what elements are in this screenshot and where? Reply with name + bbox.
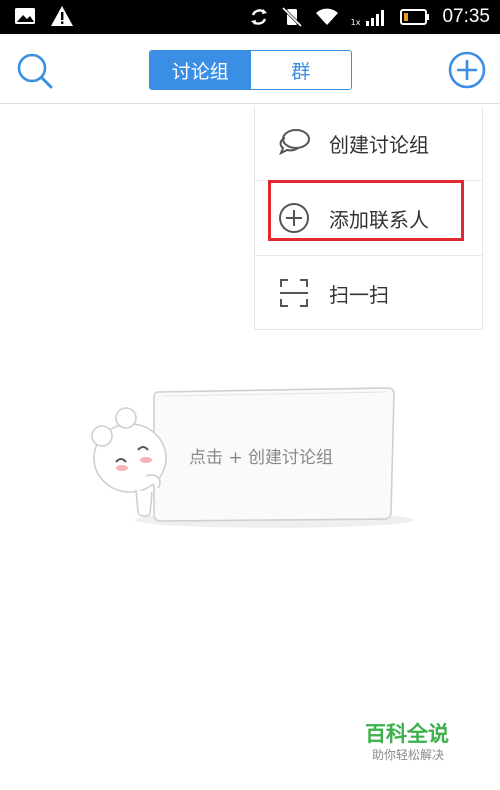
menu-item-scan[interactable]: 扫一扫 (255, 256, 482, 330)
menu-item-label: 添加联系人 (329, 207, 429, 232)
search-button[interactable] (14, 50, 56, 92)
menu-item-create-discussion[interactable]: 创建讨论组 (255, 106, 482, 180)
menu-item-label: 扫一扫 (329, 282, 389, 307)
watermark-subtitle: 助你轻松解决 (372, 748, 445, 762)
sync-icon (250, 9, 267, 25)
wifi-icon (315, 8, 338, 25)
warning-icon (51, 6, 73, 26)
menu-item-label: 创建讨论组 (329, 132, 429, 157)
search-icon (17, 53, 53, 89)
image-icon (15, 8, 35, 24)
empty-state-text[interactable]: 点击 + 创建讨论组 (189, 443, 333, 468)
clock: 07:35 (442, 6, 490, 27)
scan-icon (280, 279, 308, 307)
chat-bubbles-icon (279, 129, 310, 156)
add-dropdown-menu: 创建讨论组 添加联系人 扫一扫 (254, 106, 483, 330)
menu-item-add-contact[interactable]: 添加联系人 (255, 181, 482, 255)
add-button[interactable] (448, 51, 486, 89)
status-bar: 1x 07:35 (0, 0, 500, 34)
tab-groups[interactable]: 群 (250, 51, 351, 89)
segmented-tabs: 讨论组 群 (149, 50, 352, 90)
network-type-label: 1x (350, 17, 361, 27)
plus-circle-icon (448, 51, 486, 89)
plus-circle-icon (279, 203, 309, 233)
top-bar: 讨论组 群 (0, 34, 500, 104)
vibrate-off-icon (281, 6, 302, 28)
tab-discussion-groups[interactable]: 讨论组 (150, 51, 251, 89)
watermark-title: 百科全说 (365, 722, 449, 746)
signal-icon (366, 10, 385, 26)
battery-icon (400, 9, 430, 25)
